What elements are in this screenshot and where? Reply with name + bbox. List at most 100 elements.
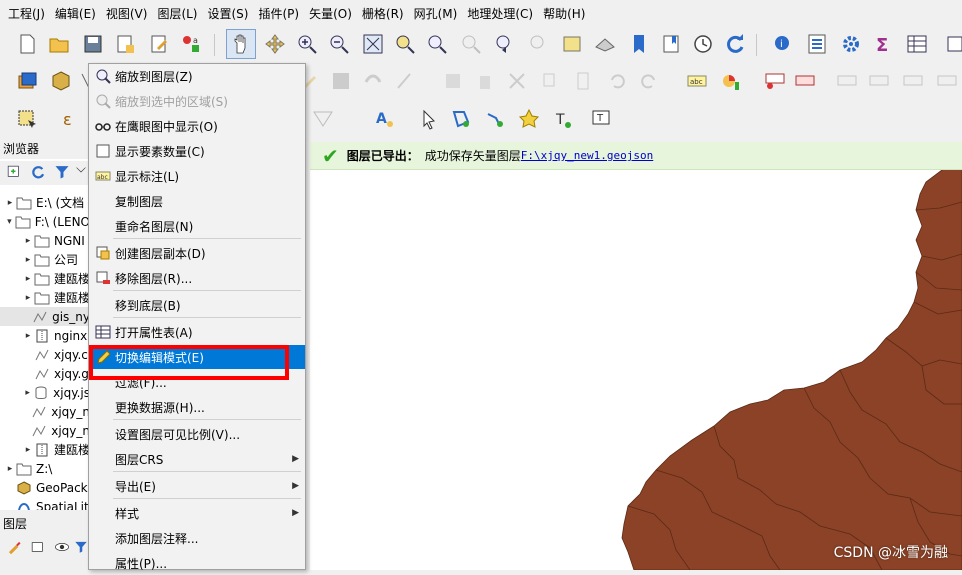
new-print-layout-icon[interactable] — [112, 31, 138, 57]
expanded-arrow-icon[interactable]: ▾ — [4, 217, 15, 227]
browser-item[interactable]: xjqy_n — [0, 421, 90, 440]
browser-item[interactable]: ▸ Z:\ — [0, 459, 90, 478]
collapsed-arrow-icon[interactable]: ▸ — [22, 388, 33, 398]
new-map-view-icon[interactable] — [560, 31, 586, 57]
filter-browser-icon[interactable] — [52, 161, 72, 183]
browser-item[interactable]: xjqy.c — [0, 345, 90, 364]
select-features-icon[interactable] — [14, 106, 40, 132]
temporal-controller-icon[interactable] — [690, 31, 716, 57]
save-project-icon[interactable] — [80, 31, 106, 57]
select-annotation-icon[interactable] — [416, 106, 442, 132]
marker-annotation-icon[interactable] — [516, 106, 542, 132]
processing-toolbox-icon[interactable] — [838, 31, 864, 57]
zoom-native-icon[interactable] — [458, 31, 484, 57]
data-source-manager-icon[interactable] — [14, 68, 40, 94]
cut-features-icon[interactable] — [504, 68, 530, 94]
menu-7[interactable]: 栅格(R) — [358, 5, 408, 22]
context-menu-item[interactable]: 缩放到图层(Z) — [89, 64, 305, 88]
zoom-full-icon[interactable] — [360, 31, 386, 57]
diagram-icon[interactable] — [718, 68, 744, 94]
add-feature-icon[interactable] — [360, 68, 386, 94]
context-menu-item[interactable]: 复制图层 — [89, 189, 305, 213]
undo-icon[interactable] — [604, 68, 630, 94]
browser-item[interactable]: ▸ nginx — [0, 326, 90, 345]
menu-9[interactable]: 地理处理(C) — [463, 5, 537, 22]
context-menu-item[interactable]: 添加图层注释... — [89, 526, 305, 550]
collapsed-arrow-icon[interactable]: ▸ — [22, 331, 34, 341]
context-menu-item[interactable]: 打开属性表(A) — [89, 320, 305, 344]
menu-10[interactable]: 帮助(H) — [539, 5, 589, 22]
polygon-annotation-icon[interactable] — [448, 106, 474, 132]
map-canvas[interactable]: ✔ 图层已导出： 成功保存矢量图层 F:\xjqy_new1.geojson C… — [310, 142, 962, 570]
point-text-icon[interactable]: T — [550, 106, 576, 132]
context-menu-item[interactable]: 在鹰眼图中显示(O) — [89, 114, 305, 138]
context-menu-item[interactable]: 显示要素数量(C) — [89, 139, 305, 163]
copy-features-icon[interactable] — [538, 68, 564, 94]
rotate-label-icon[interactable] — [900, 68, 926, 94]
map-tips-icon[interactable] — [944, 31, 962, 57]
pin-labels-icon[interactable] — [762, 68, 788, 94]
change-label-icon[interactable] — [934, 68, 960, 94]
zoom-to-layer-icon[interactable] — [424, 31, 450, 57]
add-group-icon[interactable] — [28, 536, 48, 558]
menu-4[interactable]: 设置(S) — [204, 5, 253, 22]
context-menu-item[interactable]: abc 显示标注(L) — [89, 164, 305, 188]
pan-map-icon[interactable] — [226, 29, 256, 59]
new-geopackage-icon[interactable] — [48, 68, 74, 94]
context-menu-item[interactable]: 移到底层(B) — [89, 293, 305, 317]
browser-item[interactable]: ▸ 建瓯楼 — [0, 440, 90, 459]
context-menu-item[interactable]: 移除图层(R)... — [89, 266, 305, 290]
context-menu-item[interactable]: 重命名图层(N) — [89, 214, 305, 238]
line-annotation-icon[interactable] — [482, 106, 508, 132]
collapsed-arrow-icon[interactable]: ▸ — [4, 464, 16, 474]
refresh-icon[interactable] — [722, 31, 748, 57]
new-3d-view-icon[interactable] — [592, 31, 618, 57]
attribute-table-icon[interactable] — [904, 31, 930, 57]
zoom-out-icon[interactable] — [326, 31, 352, 57]
collapsed-arrow-icon[interactable]: ▸ — [22, 255, 34, 265]
context-menu-item[interactable]: 创建图层副本(D) — [89, 241, 305, 265]
menu-3[interactable]: 图层(L) — [153, 5, 201, 22]
identify-features-icon[interactable]: i — [770, 31, 796, 57]
move-label-icon[interactable] — [834, 68, 860, 94]
context-menu-item[interactable]: 更换数据源(H)... — [89, 395, 305, 419]
zoom-in-icon[interactable] — [294, 31, 320, 57]
style-manager-icon[interactable]: a — [178, 31, 204, 57]
exported-file-link[interactable]: F:\xjqy_new1.geojson — [521, 149, 653, 162]
browser-item[interactable]: ▾ F:\ (LENO — [0, 212, 90, 231]
show-hide-labels-icon[interactable] — [866, 68, 892, 94]
collapsed-arrow-icon[interactable]: ▸ — [22, 236, 34, 246]
browser-item[interactable]: ▸ E:\ (文档 — [0, 193, 90, 212]
browser-item[interactable]: xjqy_n — [0, 402, 90, 421]
collapsed-arrow-icon[interactable]: ▸ — [22, 274, 34, 284]
paste-features-icon[interactable] — [570, 68, 596, 94]
delete-selected-icon[interactable] — [472, 68, 498, 94]
menu-2[interactable]: 视图(V) — [102, 5, 152, 22]
collapsed-arrow-icon[interactable]: ▸ — [22, 293, 34, 303]
refresh-browser-icon[interactable] — [28, 161, 48, 183]
vector-tool-icon[interactable] — [310, 106, 336, 132]
text-annotation-icon[interactable]: A — [372, 106, 398, 132]
add-selected-layers-icon[interactable] — [4, 161, 24, 183]
pan-to-selection-icon[interactable] — [262, 31, 288, 57]
context-menu-item[interactable]: 切换编辑模式(E) — [89, 345, 305, 369]
browser-item[interactable]: ▸ xjqy.js — [0, 383, 90, 402]
collapsed-arrow-icon[interactable]: ▸ — [22, 445, 34, 455]
menu-0[interactable]: 工程(J) — [4, 5, 49, 22]
new-bookmark-icon[interactable] — [626, 31, 652, 57]
open-project-icon[interactable] — [46, 31, 72, 57]
zoom-next-icon[interactable] — [526, 31, 552, 57]
menu-5[interactable]: 插件(P) — [254, 5, 303, 22]
context-menu-item[interactable]: 图层CRS ▶ — [89, 447, 305, 471]
show-bookmarks-icon[interactable] — [658, 31, 684, 57]
context-menu-item[interactable]: 设置图层可见比例(V)... — [89, 422, 305, 446]
edit-layout-icon[interactable] — [146, 31, 172, 57]
open-field-calculator-icon[interactable] — [804, 31, 830, 57]
browser-item[interactable]: ▸ 建瓯楼 — [0, 269, 90, 288]
select-by-expression-icon[interactable]: ε — [58, 106, 84, 132]
browser-item[interactable]: gis_ny — [0, 307, 90, 326]
redo-icon[interactable] — [636, 68, 662, 94]
menu-6[interactable]: 矢量(O) — [305, 5, 356, 22]
context-menu-item[interactable]: 过滤(F)... — [89, 370, 305, 394]
context-menu-item[interactable]: 导出(E) ▶ — [89, 474, 305, 498]
